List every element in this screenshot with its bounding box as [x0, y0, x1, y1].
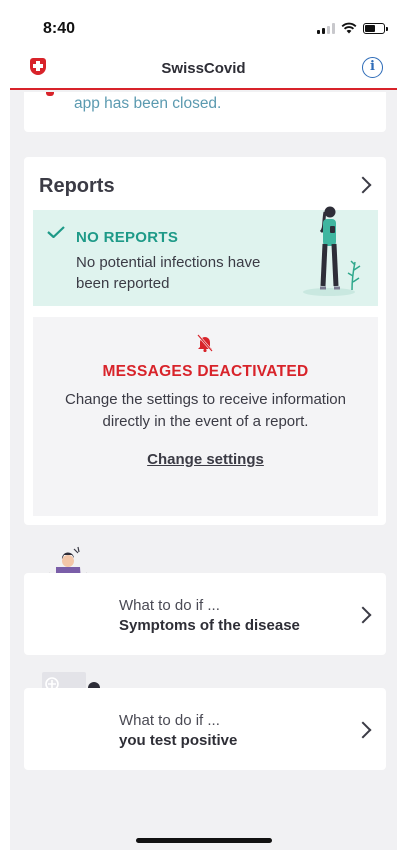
messages-title: MESSAGES DEACTIVATED	[102, 363, 309, 380]
home-indicator[interactable]	[136, 838, 272, 843]
positive-test-guide-card[interactable]: What to do if ... you test positive	[24, 688, 386, 770]
status-time: 8:40	[43, 20, 76, 37]
wifi-icon	[341, 22, 357, 34]
messages-deactivated-box: MESSAGES DEACTIVATED Change the settings…	[33, 317, 378, 516]
chevron-right-icon	[354, 176, 372, 194]
cellular-signal-icon	[317, 22, 335, 34]
symptoms-guide-card[interactable]: What to do if ... Symptoms of the diseas…	[24, 573, 386, 655]
status-bar: 8:40	[10, 0, 397, 48]
symptoms-card-label: What to do if ...	[119, 597, 220, 614]
no-reports-description: No potential infections have been report…	[76, 254, 261, 292]
no-reports-title: NO REPORTS	[76, 229, 179, 246]
positive-card-label: What to do if ...	[119, 712, 220, 729]
no-reports-banner: NO REPORTS No potential infections have …	[33, 206, 378, 306]
tracing-status-text: app has been closed.	[74, 95, 222, 112]
messages-description: Change the settings to receive informati…	[65, 391, 346, 430]
checkmark-icon	[47, 226, 65, 238]
positive-card-title: you test positive	[119, 732, 238, 749]
status-icons	[317, 22, 388, 34]
change-settings-link[interactable]: Change settings	[33, 451, 378, 468]
chevron-right-icon	[354, 721, 372, 739]
tracing-status-card[interactable]: app has been closed.	[24, 92, 386, 132]
info-button[interactable]: i	[362, 57, 383, 78]
symptoms-card-title: Symptoms of the disease	[119, 617, 300, 634]
reports-card[interactable]: Reports NO REPORTS No potential infectio…	[24, 157, 386, 525]
phone-screen: 8:40 SwissCovid i app has been closed. R…	[10, 0, 397, 850]
status-indicator	[46, 92, 54, 96]
standing-woman-illustration	[303, 206, 361, 296]
battery-icon	[363, 22, 388, 34]
chevron-right-icon	[354, 606, 372, 624]
bell-off-icon	[197, 334, 213, 352]
navigation-bar: SwissCovid i	[10, 48, 397, 90]
battery-level	[365, 24, 375, 32]
reports-title: Reports	[39, 175, 115, 197]
app-title: SwissCovid	[161, 60, 246, 77]
